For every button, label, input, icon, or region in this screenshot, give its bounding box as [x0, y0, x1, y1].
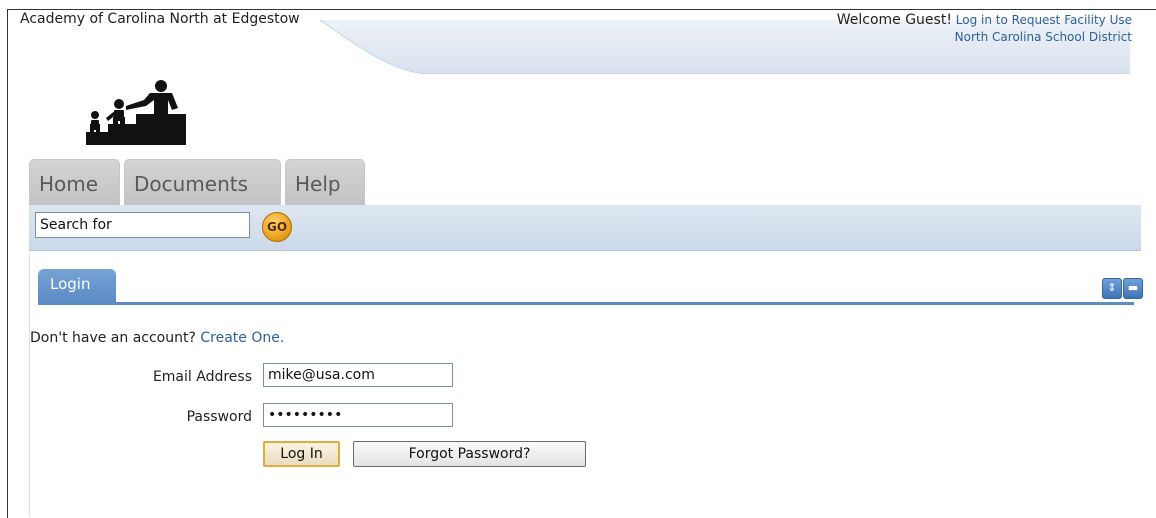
family-stairs-icon — [86, 80, 186, 145]
main-tabs: Home Documents Help — [29, 159, 365, 205]
search-input[interactable] — [35, 212, 250, 238]
login-button[interactable]: Log In — [263, 441, 340, 467]
panel-divider — [38, 302, 1134, 305]
welcome-text: Welcome Guest! — [836, 12, 952, 28]
tab-help[interactable]: Help — [285, 159, 365, 205]
tab-home[interactable]: Home — [29, 159, 120, 205]
email-label: Email Address — [152, 369, 252, 385]
district-link[interactable]: North Carolina School District — [955, 30, 1132, 44]
go-button[interactable]: GO — [262, 212, 292, 242]
account-prompt: Don't have an account? Create One. — [30, 330, 284, 346]
search-bar: GO — [29, 205, 1141, 251]
school-name: Academy of Carolina North at Edgestow — [20, 11, 300, 27]
tab-documents[interactable]: Documents — [124, 159, 281, 205]
password-label: Password — [186, 409, 252, 425]
password-field[interactable] — [263, 403, 453, 427]
panel-tab-login: Login — [38, 269, 116, 302]
welcome-area: Welcome Guest! Log in to Request Facilit… — [837, 12, 1132, 46]
minimize-icon[interactable]: ▬ — [1123, 278, 1143, 299]
up-down-arrows-icon[interactable]: ⇕ — [1102, 278, 1122, 299]
login-panel: Login ⇕ ▬ Don't have an account? Create … — [29, 253, 1143, 517]
no-account-text: Don't have an account? — [30, 330, 196, 346]
create-account-link[interactable]: Create One. — [200, 330, 284, 346]
login-request-link[interactable]: Log in to Request Facility Use — [956, 13, 1132, 27]
email-field[interactable] — [263, 363, 453, 387]
forgot-password-button[interactable]: Forgot Password? — [353, 441, 586, 467]
